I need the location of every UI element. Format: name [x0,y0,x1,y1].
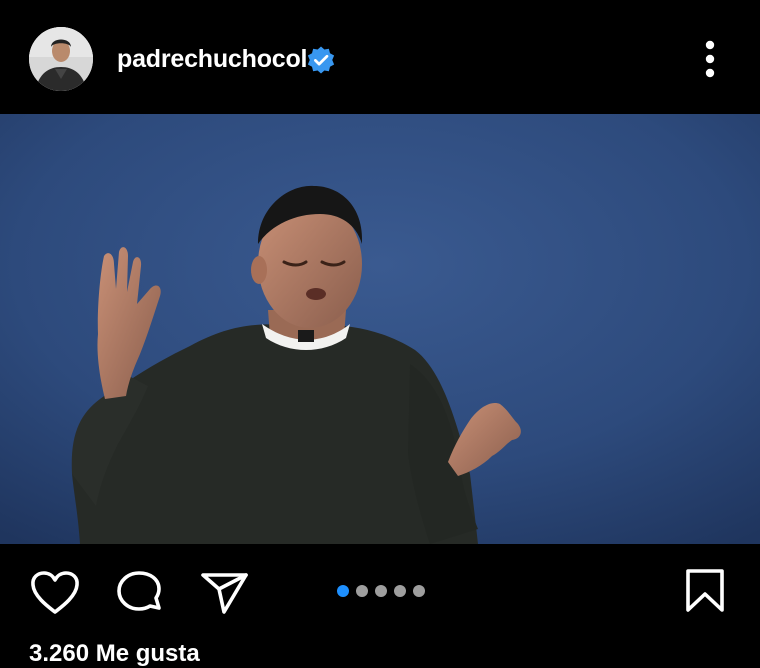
carousel-dot [356,585,368,597]
post-header: padrechuchocol [0,0,760,114]
carousel-indicator [337,585,425,597]
carousel-dot [413,585,425,597]
share-icon[interactable] [200,570,250,616]
bookmark-icon[interactable] [684,568,726,614]
action-bar [0,544,760,650]
verified-badge-icon [307,46,335,74]
post-image[interactable] [0,114,760,544]
carousel-dot-active [337,585,349,597]
more-vertical-icon[interactable] [690,38,730,80]
carousel-dot [375,585,387,597]
likes-count[interactable]: 3.260 Me gusta [29,640,200,668]
comment-icon[interactable] [115,570,165,616]
carousel-dot [394,585,406,597]
heart-icon[interactable] [30,570,80,616]
avatar[interactable] [29,27,93,91]
username[interactable]: padrechuchocol [117,44,307,74]
avatar-photo [29,27,93,91]
priest-photo [0,114,760,544]
